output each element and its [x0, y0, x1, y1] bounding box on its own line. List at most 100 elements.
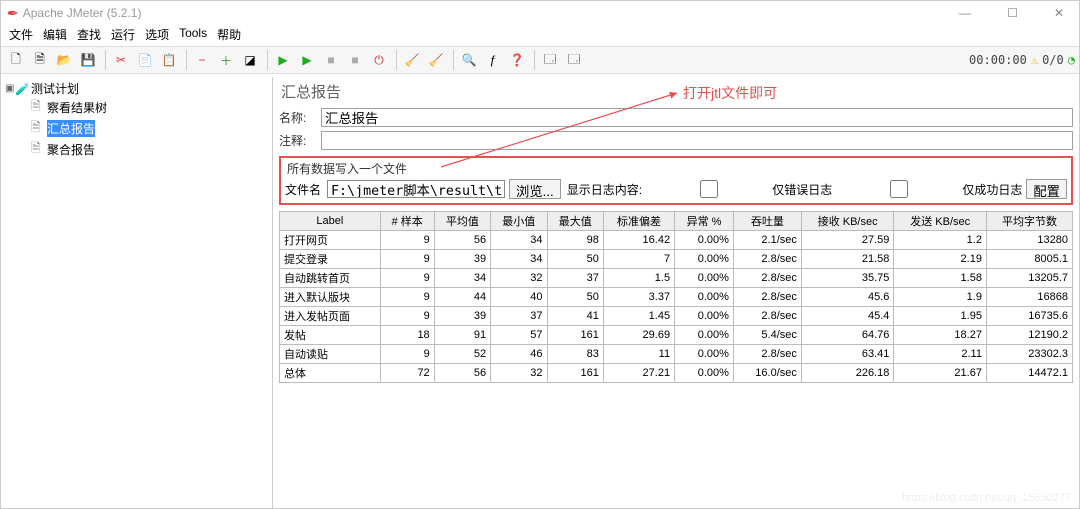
cell: 0.00% [675, 269, 734, 288]
col-header[interactable]: 平均字节数 [986, 212, 1072, 231]
elapsed-time: 00:00:00 [969, 53, 1027, 67]
cell: 13205.7 [986, 269, 1072, 288]
col-header[interactable]: 接收 KB/sec [801, 212, 894, 231]
main-panel: 汇总报告 名称: 注释: 所有数据写入一个文件 文件名 浏览... 显示日志内容… [273, 77, 1079, 508]
cell: 37 [491, 307, 547, 326]
col-header[interactable]: 最小值 [491, 212, 547, 231]
cell: 161 [547, 326, 603, 345]
cell: 32 [491, 364, 547, 383]
col-header[interactable]: 最大值 [547, 212, 603, 231]
table-row[interactable]: 进入默认版块94440503.370.00%2.8/sec45.61.91686… [280, 288, 1073, 307]
maximize-button[interactable]: ☐ [998, 5, 1027, 21]
plus-icon[interactable]: ＋ [215, 49, 237, 71]
search-icon[interactable]: 🔍 [458, 49, 480, 71]
col-header[interactable]: 标准偏差 [603, 212, 674, 231]
paste-icon[interactable]: 📋 [158, 49, 180, 71]
cell: 0.00% [675, 288, 734, 307]
test-plan-tree[interactable]: ▣ 🧪 测试计划 🗎 察看结果树 🗎 汇总报告 🗎 聚合报告 [1, 77, 273, 508]
tree-item-aggregate-report[interactable]: 🗎 聚合报告 [5, 139, 268, 160]
open-icon[interactable]: 📂 [53, 49, 75, 71]
cell: 91 [434, 326, 490, 345]
tree-item-label: 汇总报告 [47, 120, 95, 137]
collapse-icon[interactable]: ▣ [5, 83, 15, 94]
cell: 32 [491, 269, 547, 288]
name-input[interactable] [321, 108, 1073, 127]
cell: 1.2 [894, 231, 987, 250]
col-header[interactable]: 吞吐量 [733, 212, 801, 231]
cell: 18.27 [894, 326, 987, 345]
timer-area: 00:00:00 ⚠ 0/0 ◔ [969, 53, 1075, 67]
menu-file[interactable]: 文件 [7, 25, 35, 44]
menu-options[interactable]: 选项 [143, 25, 171, 44]
separator [453, 50, 454, 70]
cell: 40 [491, 288, 547, 307]
tree-item-label: 聚合报告 [47, 141, 95, 158]
save-icon[interactable]: 💾 [77, 49, 99, 71]
cell: 21.67 [894, 364, 987, 383]
table-row[interactable]: 提交登录939345070.00%2.8/sec21.582.198005.1 [280, 250, 1073, 269]
menu-run[interactable]: 运行 [109, 25, 137, 44]
browse-button[interactable]: 浏览... [509, 179, 561, 199]
table-row[interactable]: 发帖18915716129.690.00%5.4/sec64.7618.2712… [280, 326, 1073, 345]
cell: 提交登录 [280, 250, 381, 269]
menu-tools[interactable]: Tools [177, 25, 209, 44]
cell: 56 [434, 231, 490, 250]
start-no-pause-icon[interactable]: ▶ [296, 49, 318, 71]
name-label: 名称: [279, 109, 321, 126]
col-header[interactable]: Label [280, 212, 381, 231]
warning-icon: ⚠ [1031, 53, 1038, 67]
help-icon[interactable]: ❓ [506, 49, 528, 71]
tool-a-icon[interactable]: 🗔 [539, 49, 561, 71]
cell: 0.00% [675, 307, 734, 326]
cell: 98 [547, 231, 603, 250]
cell: 45.6 [801, 288, 894, 307]
stop-icon[interactable]: ■ [320, 49, 342, 71]
menu-help[interactable]: 帮助 [215, 25, 243, 44]
menu-search[interactable]: 查找 [75, 25, 103, 44]
shutdown-icon[interactable]: ⏻ [368, 49, 390, 71]
minus-icon[interactable]: − [191, 49, 213, 71]
cell: 161 [547, 364, 603, 383]
cell: 29.69 [603, 326, 674, 345]
separator [105, 50, 106, 70]
configure-button[interactable]: 配置 [1026, 179, 1067, 199]
table-row[interactable]: 自动读贴9524683110.00%2.8/sec63.412.1123302.… [280, 345, 1073, 364]
col-header[interactable]: 平均值 [434, 212, 490, 231]
separator [186, 50, 187, 70]
start-icon[interactable]: ▶ [272, 49, 294, 71]
tree-item-results-tree[interactable]: 🗎 察看结果树 [5, 97, 268, 118]
cell: 14472.1 [986, 364, 1072, 383]
tree-root[interactable]: ▣ 🧪 测试计划 [5, 80, 268, 97]
stop-remote-icon[interactable]: ■ [344, 49, 366, 71]
col-header[interactable]: 发送 KB/sec [894, 212, 987, 231]
tool-b-icon[interactable]: 🗔 [563, 49, 585, 71]
cell: 63.41 [801, 345, 894, 364]
cell: 1.9 [894, 288, 987, 307]
tree-item-summary-report[interactable]: 🗎 汇总报告 [5, 118, 268, 139]
new-icon[interactable]: 🗋 [5, 49, 27, 71]
cell: 13280 [986, 231, 1072, 250]
menu-edit[interactable]: 编辑 [41, 25, 69, 44]
comment-label: 注释: [279, 132, 321, 149]
table-row[interactable]: 自动跳转首页93432371.50.00%2.8/sec35.751.58132… [280, 269, 1073, 288]
comment-input[interactable] [321, 131, 1073, 150]
flask-icon: 🧪 [15, 82, 29, 96]
col-header[interactable]: 异常 % [675, 212, 734, 231]
cut-icon[interactable]: ✂ [110, 49, 132, 71]
table-row[interactable]: 进入发帖页面93937411.450.00%2.8/sec45.41.95167… [280, 307, 1073, 326]
only-success-checkbox[interactable] [838, 180, 960, 198]
table-row[interactable]: 总体72563216127.210.00%16.0/sec226.1821.67… [280, 364, 1073, 383]
col-header[interactable]: # 样本 [380, 212, 434, 231]
table-row[interactable]: 打开网页956349816.420.00%2.1/sec27.591.21328… [280, 231, 1073, 250]
function-icon[interactable]: ƒ [482, 49, 504, 71]
minimize-button[interactable]: — [950, 5, 980, 21]
filename-input[interactable] [327, 180, 505, 198]
copy-icon[interactable]: 📄 [134, 49, 156, 71]
only-errors-checkbox[interactable] [648, 180, 770, 198]
cell: 35.75 [801, 269, 894, 288]
toggle-icon[interactable]: ◪ [239, 49, 261, 71]
clear-all-icon[interactable]: 🧹 [425, 49, 447, 71]
close-button[interactable]: ✕ [1045, 5, 1073, 21]
clear-icon[interactable]: 🧹 [401, 49, 423, 71]
template-icon[interactable]: 🗎 [29, 49, 51, 71]
